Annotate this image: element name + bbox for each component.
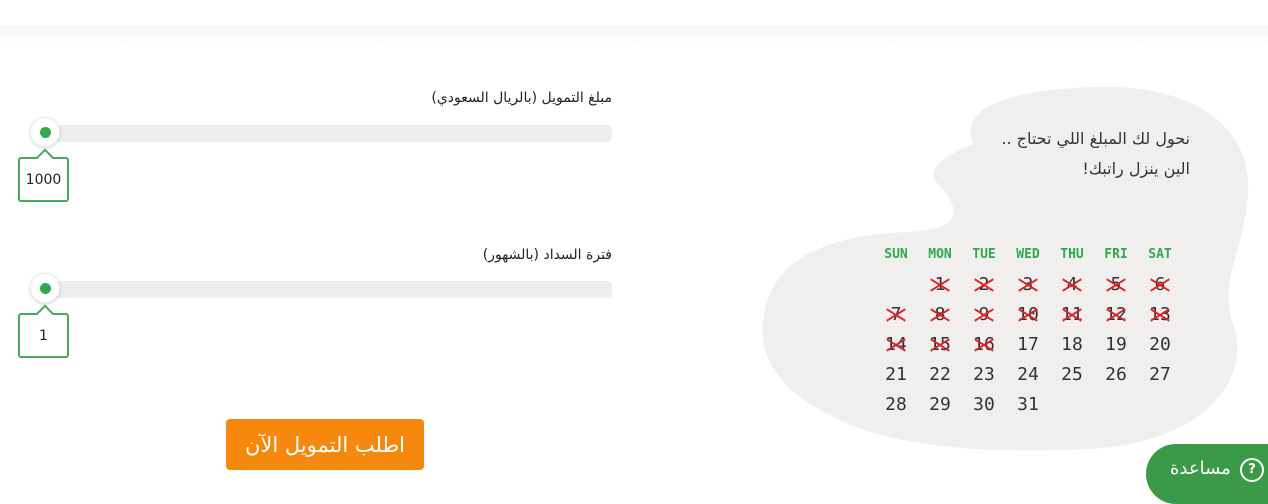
calendar-day: 2 [962, 270, 1006, 300]
calendar-day: 16 [962, 330, 1006, 360]
calendar-empty-cell [1050, 390, 1094, 420]
amount-slider-label: مبلغ التمويل (بالريال السعودي) [431, 90, 612, 106]
calendar-day: 19 [1105, 334, 1127, 355]
amount-value-box: 1000 [18, 157, 69, 202]
calendar-day: 23 [973, 364, 995, 385]
calendar-empty-cell [1138, 390, 1182, 420]
calendar-day: 28 [885, 394, 907, 415]
calendar-day: 12 [1094, 300, 1138, 330]
calendar-day: 6 [1138, 270, 1182, 300]
calendar-day: 25 [1061, 364, 1083, 385]
question-icon: ? [1240, 458, 1264, 482]
period-slider-track[interactable] [44, 281, 612, 298]
calendar-day: 8 [918, 300, 962, 330]
promo-line-2: الين ينزل راتبك! [1082, 159, 1190, 178]
calendar-day: 3 [1006, 270, 1050, 300]
help-label: مساعدة [1170, 458, 1231, 479]
weekday-header: THU [1060, 247, 1084, 262]
top-bar [0, 0, 1268, 27]
calendar: SUN MON TUE WED THU FRI SAT 1 2 3 4 5 6 7 8 9 10 11 12 13 14… [874, 240, 1182, 420]
calendar-day: 22 [929, 364, 951, 385]
calendar-day: 14 [874, 330, 918, 360]
calendar-day: 13 [1138, 300, 1182, 330]
period-slider-label: فترة السداد (بالشهور) [482, 247, 612, 263]
calendar-day: 11 [1050, 300, 1094, 330]
calendar-day: 30 [973, 394, 995, 415]
calendar-day: 17 [1017, 334, 1039, 355]
promo-text: نحول لك المبلغ اللي تحتاج .. الين ينزل ر… [960, 124, 1190, 184]
calendar-day: 20 [1149, 334, 1171, 355]
calendar-empty-cell [874, 270, 918, 300]
calendar-day: 18 [1061, 334, 1083, 355]
request-financing-button[interactable]: اطلب التمويل الآن [226, 419, 424, 470]
calendar-day: 15 [918, 330, 962, 360]
calendar-empty-cell [1094, 390, 1138, 420]
promo-line-1: نحول لك المبلغ اللي تحتاج .. [1001, 129, 1190, 148]
calendar-day: 24 [1017, 364, 1039, 385]
weekday-header: MON [928, 247, 952, 262]
period-value-box: 1 [18, 313, 69, 358]
weekday-header: FRI [1104, 247, 1128, 262]
period-slider-handle[interactable] [30, 273, 60, 303]
calendar-day: 9 [962, 300, 1006, 330]
calendar-day: 29 [929, 394, 951, 415]
calendar-day: 27 [1149, 364, 1171, 385]
calendar-day: 7 [874, 300, 918, 330]
calendar-day: 1 [918, 270, 962, 300]
period-value: 1 [39, 327, 48, 344]
calendar-day: 10 [1006, 300, 1050, 330]
calendar-day: 31 [1017, 394, 1039, 415]
amount-value: 1000 [25, 171, 62, 188]
top-bar-shadow [0, 27, 1268, 47]
calendar-day: 21 [885, 364, 907, 385]
calendar-day: 5 [1094, 270, 1138, 300]
amount-slider-handle[interactable] [30, 117, 60, 147]
amount-slider-track[interactable] [44, 125, 612, 142]
weekday-header: SAT [1148, 247, 1172, 262]
calendar-day: 26 [1105, 364, 1127, 385]
calendar-day: 4 [1050, 270, 1094, 300]
weekday-header: WED [1016, 247, 1040, 262]
help-button[interactable]: ? مساعدة [1146, 444, 1268, 504]
weekday-header: SUN [884, 247, 908, 262]
weekday-header: TUE [972, 247, 996, 262]
